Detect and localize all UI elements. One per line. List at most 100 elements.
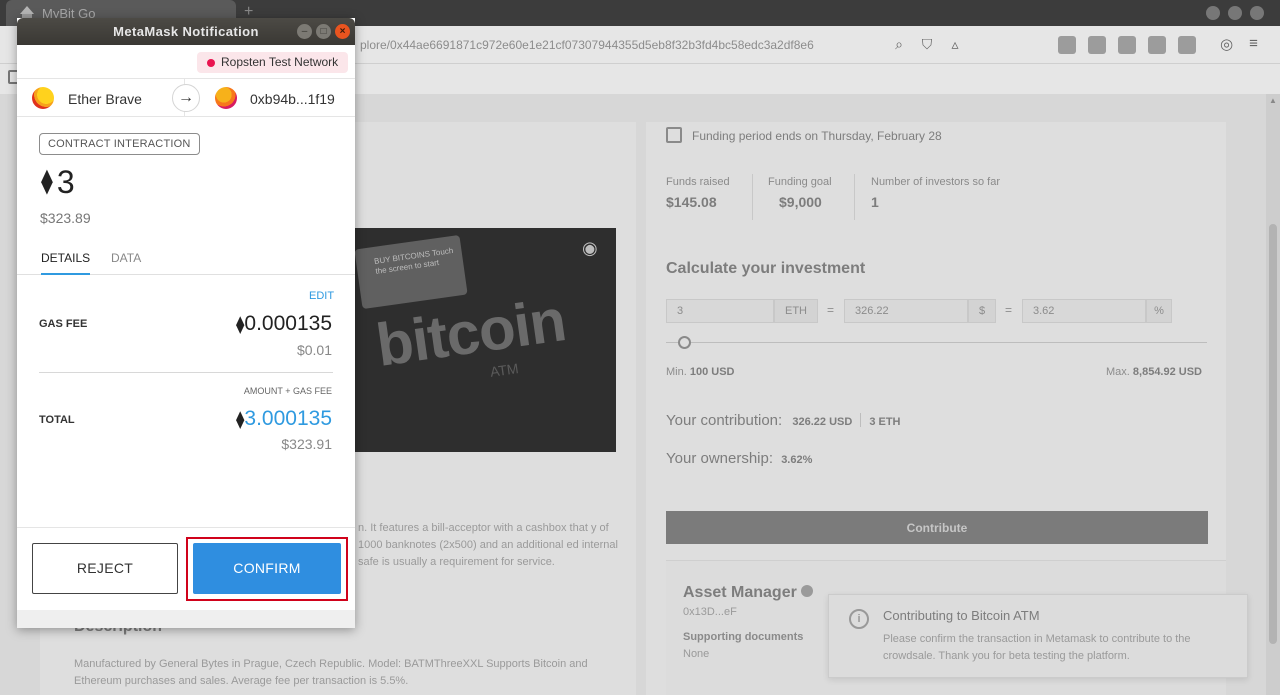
zoom-icon[interactable]: ⌕	[890, 36, 908, 53]
gas-fee-value: ⧫0.000135	[236, 312, 332, 336]
asset-manager-title: Asset Manager	[683, 584, 813, 602]
shield-icon[interactable]: ⛉	[918, 36, 936, 53]
atm-label-text: ATM	[489, 360, 520, 380]
minimize-button[interactable]	[1206, 6, 1220, 20]
detail-tabs: DETAILS DATA	[17, 248, 355, 275]
close-button[interactable]	[1250, 6, 1264, 20]
extension-icon-4[interactable]	[1148, 36, 1166, 54]
max-value: 8,854.92 USD	[1132, 366, 1203, 378]
extension-icons	[1058, 36, 1196, 54]
extension-icon-3[interactable]	[1118, 36, 1136, 54]
notification-toast: i Contributing to Bitcoin ATM Please con…	[828, 594, 1248, 678]
amount-value: 3	[56, 164, 75, 200]
supporting-docs-value: None	[683, 648, 710, 660]
ownership-value: 3.62%	[781, 454, 813, 466]
close-icon[interactable]: ×	[335, 24, 350, 39]
investment-slider-handle[interactable]	[678, 336, 691, 349]
scroll-up-icon[interactable]: ▲	[1269, 96, 1277, 105]
extension-icon-5[interactable]	[1178, 36, 1196, 54]
minimize-icon[interactable]: –	[297, 24, 312, 39]
warning-icon[interactable]: ▵	[946, 36, 964, 53]
network-name: Ropsten Test Network	[221, 55, 339, 69]
network-status-dot	[207, 59, 215, 67]
gas-fee-amount: 0.000135	[244, 312, 332, 335]
total-label: TOTAL	[39, 414, 75, 426]
contribution-separator	[860, 413, 862, 427]
account-icon[interactable]: ◎	[1220, 35, 1233, 53]
amount-fiat: $323.89	[40, 210, 91, 226]
ethereum-icon: ⧫	[41, 168, 53, 195]
metamask-window: MetaMask Notification – □ × Ropsten Test…	[17, 18, 355, 628]
page-scrollbar[interactable]: ▲	[1266, 94, 1280, 695]
confirm-button[interactable]: CONFIRM	[193, 543, 341, 594]
contribute-button[interactable]: Contribute	[666, 511, 1208, 544]
extension-icon-2[interactable]	[1088, 36, 1106, 54]
verified-icon	[800, 585, 813, 597]
menu-icon[interactable]: ≡	[1249, 35, 1258, 53]
stat-investors: Number of investors so far 1	[871, 176, 1000, 210]
eth-unit-label: ETH	[774, 299, 818, 323]
stat-label: Funds raised	[666, 176, 730, 188]
extension-icon-1[interactable]	[1058, 36, 1076, 54]
stat-value: 1	[871, 194, 879, 210]
mybit-logo-icon	[20, 6, 34, 18]
supporting-docs-label: Supporting documents	[683, 631, 804, 643]
tab-details[interactable]: DETAILS	[41, 251, 91, 275]
gas-fee-fiat: $0.01	[296, 342, 332, 358]
address-bar[interactable]: plore/0x44ae6691871c972e60e1e21cf0730794…	[360, 32, 910, 58]
contract-interaction-badge: CONTRACT INTERACTION	[39, 133, 200, 155]
total-fiat: $323.91	[281, 436, 332, 452]
usd-unit-label: $	[968, 299, 996, 323]
address-bar-icons: ⌕ ⛉ ▵	[890, 36, 964, 53]
contribution-eth: 3 ETH	[869, 416, 901, 428]
tab-data[interactable]: DATA	[111, 251, 141, 265]
scrollbar-thumb[interactable]	[1269, 224, 1277, 644]
min-label: Min. 100 USD	[666, 366, 734, 378]
info-icon: i	[849, 609, 869, 629]
stat-divider	[752, 174, 753, 220]
browser-menu-icons: ◎ ≡	[1220, 35, 1258, 53]
atm-screen: BUY BITCOINS Touch the screen to start	[354, 234, 468, 310]
investment-slider-track[interactable]	[666, 342, 1207, 343]
to-account-address[interactable]: 0xb94b...1f19	[250, 91, 335, 107]
eye-icon[interactable]: ◉	[582, 238, 598, 259]
min-text: Min.	[666, 366, 687, 378]
stat-funding-goal: Funding goal $9,000	[768, 176, 832, 210]
contribution-usd: 326.22 USD	[792, 416, 853, 428]
toast-title: Contributing to Bitcoin ATM	[883, 608, 1040, 623]
usd-amount-input[interactable]: 326.22	[844, 299, 968, 323]
maximize-icon[interactable]: □	[316, 24, 331, 39]
metamask-bottom-strip	[17, 610, 355, 628]
contribution-row: Your contribution: 326.22 USD 3 ETH	[666, 412, 901, 429]
max-label: Max. 8,854.92 USD	[1106, 366, 1202, 378]
gas-fee-label: GAS FEE	[39, 318, 88, 330]
account-row: Ether Brave → 0xb94b...1f19	[17, 78, 355, 117]
toast-body: Please confirm the transaction in Metama…	[883, 633, 1191, 662]
edit-gas-link[interactable]: EDIT	[309, 290, 334, 302]
min-value: 100 USD	[689, 366, 735, 378]
eth-amount-input[interactable]: 3	[666, 299, 774, 323]
to-account-identicon	[215, 87, 237, 109]
ownership-label: Your ownership:	[666, 450, 774, 467]
equals-sign: =	[827, 303, 835, 317]
metamask-window-title: MetaMask Notification	[113, 24, 259, 39]
stat-value: $145.08	[666, 194, 717, 210]
stat-funds-raised: Funds raised $145.08	[666, 176, 730, 210]
from-account-identicon	[32, 87, 54, 109]
equals-sign: =	[1005, 303, 1013, 317]
bitcoin-atm-image: BUY BITCOINS Touch the screen to start b…	[354, 228, 616, 452]
percent-amount-input[interactable]: 3.62	[1022, 299, 1146, 323]
total-amount: 3.000135	[244, 407, 332, 430]
stat-label: Number of investors so far	[871, 176, 1000, 188]
maximize-button[interactable]	[1228, 6, 1242, 20]
reject-button[interactable]: REJECT	[32, 543, 178, 594]
asset-manager-address[interactable]: 0x13D...eF	[683, 606, 737, 618]
calculator-title: Calculate your investment	[666, 260, 866, 277]
amount-gas-fee-label: AMOUNT + GAS FEE	[243, 386, 332, 396]
from-account-name: Ether Brave	[68, 91, 142, 107]
window-controls	[1206, 6, 1264, 20]
percent-unit-label: %	[1146, 299, 1172, 323]
asset-manager-title-text: Asset Manager	[683, 584, 797, 601]
ownership-row: Your ownership: 3.62%	[666, 450, 812, 467]
network-indicator[interactable]: Ropsten Test Network	[197, 52, 349, 73]
